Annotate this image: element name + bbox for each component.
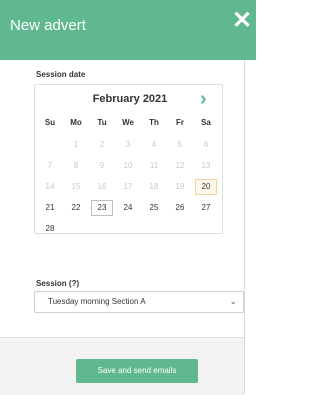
modal-header: New advert ✕ <box>0 0 256 60</box>
calendar-day[interactable]: 21 <box>39 200 61 216</box>
weekday-label: Th <box>149 118 159 127</box>
calendar-day: 11 <box>149 161 159 170</box>
calendar-weekdays: Su Mo Tu We Th Fr Sa <box>35 118 222 130</box>
weekday-label: Mo <box>70 118 82 127</box>
calendar-day: 5 <box>177 140 183 149</box>
calendar-day: 16 <box>97 182 107 191</box>
calendar-day: 4 <box>151 140 157 149</box>
calendar-day: 2 <box>99 140 105 149</box>
calendar-day-selected[interactable]: 23 <box>91 200 113 216</box>
weekday-label: Su <box>44 118 56 127</box>
calendar-day: 10 <box>123 161 133 170</box>
modal: New advert ✕ Session date February 2021 … <box>0 0 256 395</box>
calendar-day[interactable]: 24 <box>117 200 139 216</box>
calendar-day: 19 <box>175 182 185 191</box>
calendar-day: 14 <box>45 182 55 191</box>
calendar-day: 1 <box>73 140 79 149</box>
calendar-day: 17 <box>123 182 133 191</box>
calendar: February 2021 › Su Mo Tu We Th Fr Sa 1 2… <box>34 84 223 234</box>
weekday-label: Fr <box>176 118 184 127</box>
calendar-day-today[interactable]: 20 <box>195 179 217 195</box>
weekday-label: Sa <box>201 118 211 127</box>
session-select[interactable]: Tuesday morning Section A ⌄ <box>34 291 244 313</box>
calendar-day[interactable]: 22 <box>65 200 87 216</box>
calendar-day: 8 <box>73 161 79 170</box>
calendar-month-label: February 2021 <box>92 93 168 105</box>
calendar-day: 3 <box>125 140 131 149</box>
calendar-day[interactable]: 28 <box>39 221 61 237</box>
calendar-day: 12 <box>175 161 185 170</box>
weekday-label: We <box>122 118 134 127</box>
calendar-day: 7 <box>47 161 53 170</box>
session-label: Session (?) <box>36 279 80 288</box>
calendar-header: February 2021 › <box>35 89 222 109</box>
chevron-down-icon: ⌄ <box>229 296 237 306</box>
modal-footer: Save and send emails <box>0 337 244 395</box>
session-select-value: Tuesday morning Section A <box>48 297 146 306</box>
modal-title: New advert <box>10 17 86 34</box>
save-and-send-emails-button[interactable]: Save and send emails <box>76 359 198 383</box>
calendar-day[interactable]: 27 <box>195 200 217 216</box>
weekday-label: Tu <box>97 118 107 127</box>
chevron-right-icon[interactable]: › <box>200 89 218 109</box>
calendar-day: 6 <box>203 140 209 149</box>
calendar-day[interactable]: 26 <box>169 200 191 216</box>
calendar-day: 13 <box>201 161 211 170</box>
calendar-day: 18 <box>149 182 159 191</box>
close-icon[interactable]: ✕ <box>232 9 256 33</box>
calendar-day <box>39 137 61 153</box>
session-date-label: Session date <box>36 70 86 79</box>
calendar-day: 15 <box>71 182 81 191</box>
calendar-day: 9 <box>99 161 105 170</box>
calendar-day[interactable]: 25 <box>143 200 165 216</box>
